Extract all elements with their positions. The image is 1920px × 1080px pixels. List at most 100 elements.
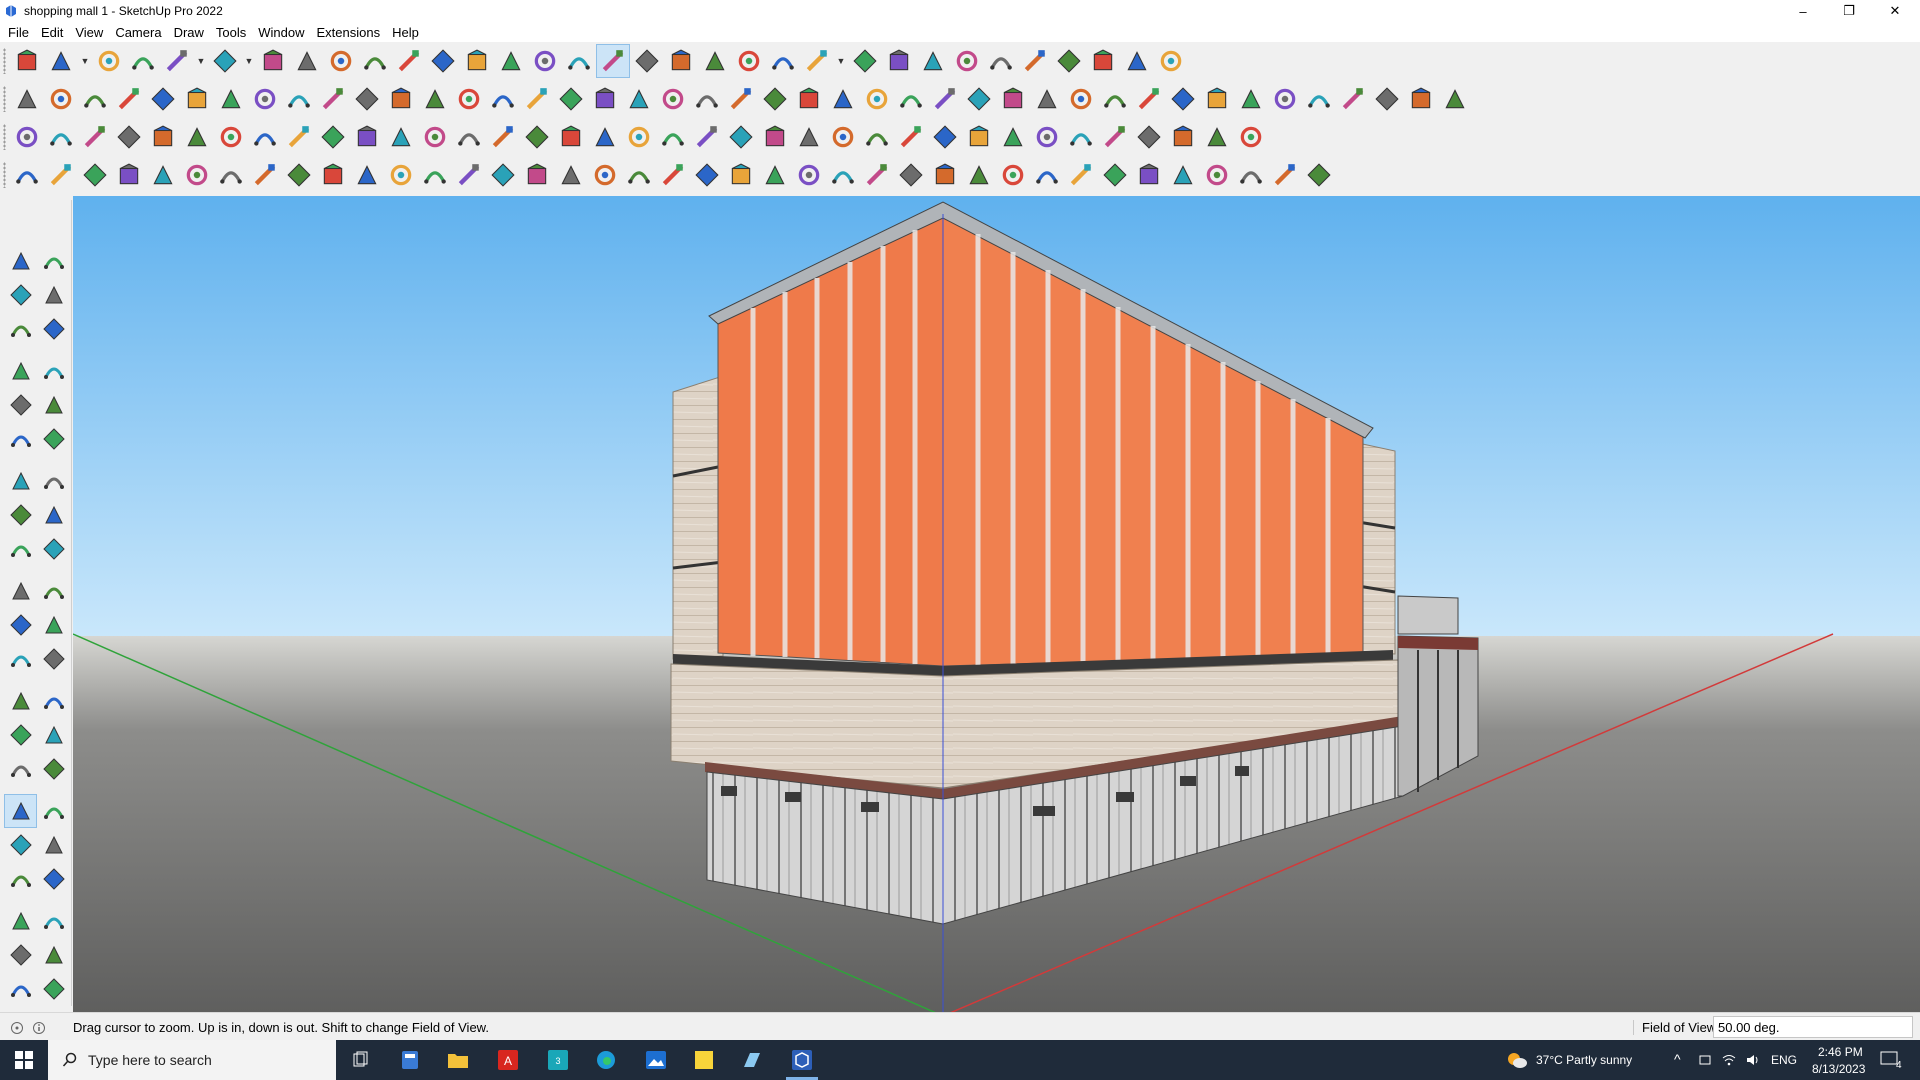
follow-me-icon[interactable]	[290, 44, 324, 78]
unwrap-icon[interactable]	[384, 82, 418, 116]
sandbox-smoove-icon[interactable]	[112, 82, 146, 116]
comb-alt-icon[interactable]	[588, 158, 622, 192]
shell-icon[interactable]	[1234, 82, 1268, 116]
walk-icon[interactable]	[4, 904, 37, 938]
two-point-arc-icon[interactable]	[37, 464, 70, 498]
fence-icon[interactable]	[1098, 158, 1132, 192]
arc-dots-icon[interactable]	[1200, 120, 1234, 154]
rectangle-dropdown-caret[interactable]: ▼	[242, 44, 256, 78]
solid-intersect-icon[interactable]	[44, 82, 78, 116]
yellow-face-icon[interactable]	[78, 120, 112, 154]
look-around-icon[interactable]	[37, 862, 70, 896]
orbit-icon[interactable]	[528, 44, 562, 78]
styles-tool-icon[interactable]	[37, 972, 70, 1006]
component-icon[interactable]	[4, 312, 37, 346]
extrude-icon[interactable]	[1166, 82, 1200, 116]
pencil-line-icon[interactable]	[126, 44, 160, 78]
dimension-icon[interactable]	[37, 642, 70, 676]
left-view-icon[interactable]	[656, 82, 690, 116]
style-icon[interactable]	[766, 44, 800, 78]
grid-hatch-icon[interactable]	[1064, 158, 1098, 192]
pavilion-icon[interactable]	[1302, 158, 1336, 192]
cone-alt-icon[interactable]	[622, 120, 656, 154]
orbit-tool-icon[interactable]	[4, 752, 37, 786]
weather-sun-icon[interactable]	[1506, 1050, 1528, 1070]
dome-icon[interactable]	[1370, 82, 1404, 116]
blue-plane-icon[interactable]	[44, 120, 78, 154]
joint-icon[interactable]	[894, 120, 928, 154]
push-pull-icon[interactable]	[256, 44, 290, 78]
model-info-icon[interactable]	[1052, 44, 1086, 78]
hook-icon[interactable]	[690, 120, 724, 154]
pencil-icon[interactable]	[37, 312, 70, 346]
protractor-icon[interactable]	[758, 82, 792, 116]
parallelogram-icon[interactable]	[962, 82, 996, 116]
wood-block-icon[interactable]	[350, 120, 384, 154]
tray-chevron-icon[interactable]: ^	[1674, 1051, 1681, 1067]
bezier-icon[interactable]	[1030, 82, 1064, 116]
corner-alt-icon[interactable]	[384, 158, 418, 192]
top-view-icon[interactable]	[520, 82, 554, 116]
component-icon[interactable]	[1234, 120, 1268, 154]
bottom-view-icon[interactable]	[690, 82, 724, 116]
account-dropdown-caret[interactable]: ▼	[834, 44, 848, 78]
menu-help[interactable]: Help	[392, 25, 427, 40]
shape-icon[interactable]	[248, 158, 282, 192]
terrain-mesh-icon[interactable]	[1404, 82, 1438, 116]
fold-icon[interactable]	[180, 158, 214, 192]
arc-dropdown-caret[interactable]: ▼	[194, 44, 208, 78]
redo-icon[interactable]	[1120, 44, 1154, 78]
snap-icon[interactable]	[792, 120, 826, 154]
hand-icon[interactable]	[622, 158, 656, 192]
section-display-icon[interactable]	[4, 938, 37, 972]
section-tool-icon[interactable]	[37, 904, 70, 938]
3ds-max-icon[interactable]: 3	[534, 1040, 582, 1080]
bend-icon[interactable]	[214, 158, 248, 192]
wind-third-icon[interactable]	[860, 158, 894, 192]
scale-icon[interactable]	[392, 44, 426, 78]
info-icon[interactable]	[32, 1021, 46, 1035]
green-box-icon[interactable]	[418, 82, 452, 116]
offset-icon[interactable]	[418, 120, 452, 154]
outer-shell-icon[interactable]	[282, 82, 316, 116]
clock-time[interactable]: 2:46 PM	[1818, 1045, 1863, 1059]
shelf-icon[interactable]	[1030, 120, 1064, 154]
terrain-icon[interactable]	[882, 44, 916, 78]
add-location-icon[interactable]	[848, 44, 882, 78]
measure-angle-icon[interactable]	[724, 82, 758, 116]
select-icon[interactable]	[4, 244, 37, 278]
stamp-icon[interactable]	[180, 82, 214, 116]
ellipse-icon[interactable]	[928, 82, 962, 116]
menu-view[interactable]: View	[75, 25, 111, 40]
white-face-icon[interactable]	[180, 120, 214, 154]
flag-icon[interactable]	[316, 120, 350, 154]
cone-tool-icon[interactable]	[316, 158, 350, 192]
stack-icon[interactable]	[724, 158, 758, 192]
pie-icon[interactable]	[37, 498, 70, 532]
grid-dark-icon[interactable]	[1030, 158, 1064, 192]
menu-camera[interactable]: Camera	[115, 25, 169, 40]
red-face-icon[interactable]	[146, 120, 180, 154]
menu-draw[interactable]: Draw	[174, 25, 212, 40]
add-detail-icon[interactable]	[248, 82, 282, 116]
scissors-icon[interactable]	[112, 158, 146, 192]
layers-icon[interactable]	[732, 44, 766, 78]
orbit-icon[interactable]	[37, 244, 70, 278]
tag-icon[interactable]	[962, 120, 996, 154]
scale-icon[interactable]	[4, 608, 37, 642]
loft-icon[interactable]	[1200, 82, 1234, 116]
restore-button[interactable]: ❐	[1826, 0, 1872, 22]
dots-icon[interactable]	[452, 120, 486, 154]
offset-icon[interactable]	[37, 608, 70, 642]
layers-tool-icon[interactable]	[4, 972, 37, 1006]
pan-icon[interactable]	[562, 44, 596, 78]
menu-extensions[interactable]: Extensions	[317, 25, 389, 40]
select-icon[interactable]	[44, 44, 78, 78]
green-cross-icon[interactable]	[520, 120, 554, 154]
edge-icon[interactable]	[582, 1040, 630, 1080]
close-button[interactable]: ✕	[1872, 0, 1918, 22]
trim-icon[interactable]	[350, 82, 384, 116]
pipe-icon[interactable]	[1132, 82, 1166, 116]
push-pull-icon[interactable]	[37, 532, 70, 566]
paint-tool-icon[interactable]	[78, 158, 112, 192]
